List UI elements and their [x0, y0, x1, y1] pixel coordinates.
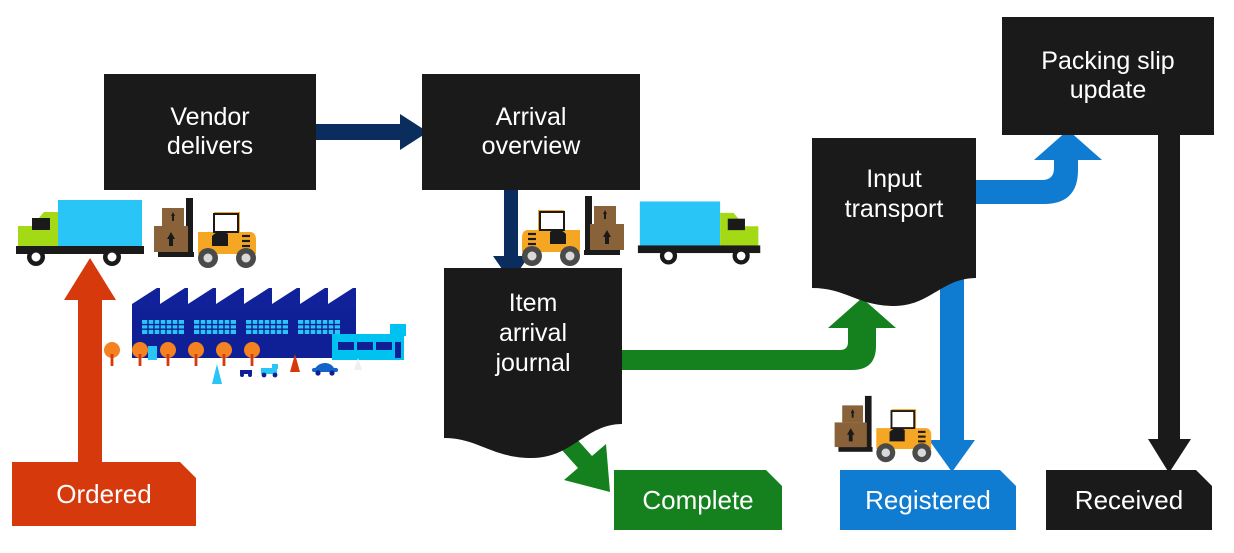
node-arrival-overview-label: Arrival overview	[481, 102, 581, 161]
node-packing-slip-update[interactable]: Packing slip update	[1002, 17, 1214, 135]
status-chip-registered[interactable]: Registered	[840, 470, 1016, 530]
status-chip-received-label: Received	[1074, 484, 1184, 515]
status-chip-registered-label: Registered	[865, 484, 991, 515]
delivery-truck-illustration-left	[10, 196, 146, 270]
connector-packing-slip-to-received	[1148, 133, 1192, 473]
node-packing-slip-update-label: Packing slip update	[1041, 46, 1175, 105]
delivery-truck-illustration-center	[636, 196, 766, 270]
node-item-arrival-journal[interactable]: Item arrival journal	[444, 268, 622, 464]
status-chip-ordered[interactable]: Ordered	[12, 462, 196, 526]
node-vendor-delivers[interactable]: Vendor delivers	[104, 74, 316, 190]
node-input-transport[interactable]: Input transport	[812, 138, 976, 310]
forklift-illustration-center	[506, 194, 632, 272]
node-vendor-delivers-label: Vendor delivers	[166, 102, 254, 161]
status-chip-complete-label: Complete	[642, 484, 754, 515]
forklift-illustration-bottom	[824, 394, 940, 466]
connector-vendor-to-arrival	[316, 114, 428, 150]
status-chip-ordered-label: Ordered	[56, 478, 152, 509]
warehouse-building-illustration	[104, 288, 424, 386]
diagram-canvas: Vendor delivers Arrival overview Packing…	[0, 0, 1234, 553]
status-chip-complete[interactable]: Complete	[614, 470, 782, 530]
forklift-illustration-left	[146, 196, 262, 272]
status-chip-received[interactable]: Received	[1046, 470, 1212, 530]
connector-input-transport-to-packing-slip	[956, 130, 1104, 246]
node-arrival-overview[interactable]: Arrival overview	[422, 74, 640, 190]
